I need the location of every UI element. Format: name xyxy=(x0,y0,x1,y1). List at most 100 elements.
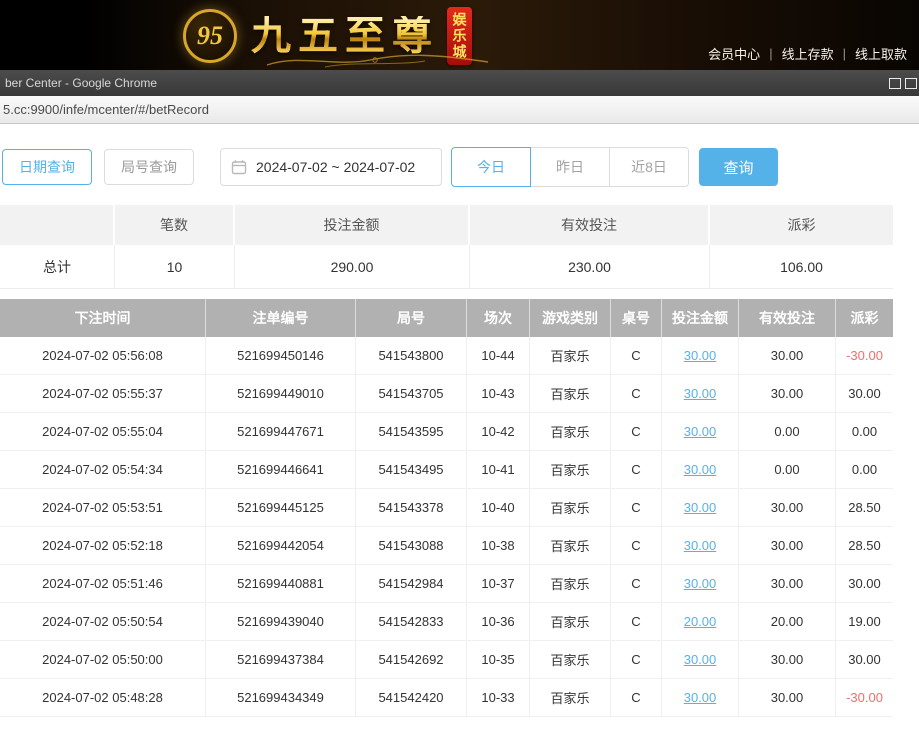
summary-total-label: 总计 xyxy=(0,245,115,288)
table-row: 2024-07-02 05:55:04521699447671541543595… xyxy=(0,413,893,451)
cell-session: 10-42 xyxy=(467,413,530,450)
summary-total-valid-bet: 230.00 xyxy=(470,245,710,288)
gold-flourish-decoration xyxy=(265,52,490,69)
col-header-session: 场次 xyxy=(467,299,530,337)
cell-valid-bet: 30.00 xyxy=(739,375,836,412)
cell-bet-time: 2024-07-02 05:50:00 xyxy=(0,641,206,678)
nav-separator: | xyxy=(769,46,772,61)
summary-col-header-valid-bet: 有效投注 xyxy=(470,205,710,245)
cell-session: 10-38 xyxy=(467,527,530,564)
cell-bet-amount[interactable]: 30.00 xyxy=(662,337,739,374)
cell-order-no: 521699440881 xyxy=(206,565,356,602)
bet-amount-link[interactable]: 30.00 xyxy=(684,538,717,553)
table-row: 2024-07-02 05:51:46521699440881541542984… xyxy=(0,565,893,603)
bet-amount-link[interactable]: 30.00 xyxy=(684,424,717,439)
quick-range-today-button[interactable]: 今日 xyxy=(451,147,531,187)
summary-col-header-payout: 派彩 xyxy=(710,205,893,245)
cell-order-no: 521699447671 xyxy=(206,413,356,450)
address-url[interactable]: 5.cc:9900/infe/mcenter/#/betRecord xyxy=(3,102,209,117)
cell-table-no: C xyxy=(611,375,662,412)
quick-range-yesterday-button[interactable]: 昨日 xyxy=(530,147,610,187)
date-range-input[interactable]: 2024-07-02 ~ 2024-07-02 xyxy=(220,148,442,186)
search-button[interactable]: 查询 xyxy=(699,148,778,186)
cell-payout: 30.00 xyxy=(836,641,893,678)
bet-record-page: 日期查询 局号查询 2024-07-02 ~ 2024-07-02 今日 昨日 … xyxy=(0,125,919,717)
cell-session: 10-36 xyxy=(467,603,530,640)
bet-amount-link[interactable]: 30.00 xyxy=(684,348,717,363)
bet-amount-link[interactable]: 30.00 xyxy=(684,386,717,401)
cell-order-no: 521699434349 xyxy=(206,679,356,716)
cell-valid-bet: 30.00 xyxy=(739,565,836,602)
summary-total-bet-amount: 290.00 xyxy=(235,245,470,288)
browser-urlbar: 5.cc:9900/infe/mcenter/#/betRecord xyxy=(0,96,919,124)
round-query-tab[interactable]: 局号查询 xyxy=(104,149,194,185)
table-row: 2024-07-02 05:50:00521699437384541542692… xyxy=(0,641,893,679)
summary-col-header-label xyxy=(0,205,115,245)
table-row: 2024-07-02 05:56:08521699450146541543800… xyxy=(0,337,893,375)
cell-round-no: 541543378 xyxy=(356,489,467,526)
screen: 95 九五至尊 娱乐城 会员中心 | 线上存款 | 线上取款 ber Cente… xyxy=(0,0,919,740)
cell-bet-amount[interactable]: 30.00 xyxy=(662,413,739,450)
cell-bet-amount[interactable]: 30.00 xyxy=(662,679,739,716)
bet-amount-link[interactable]: 30.00 xyxy=(684,652,717,667)
cell-bet-amount[interactable]: 30.00 xyxy=(662,641,739,678)
cell-order-no: 521699446641 xyxy=(206,451,356,488)
nav-separator: | xyxy=(843,46,846,61)
cell-order-no: 521699439040 xyxy=(206,603,356,640)
cell-game-type: 百家乐 xyxy=(530,603,611,640)
cell-table-no: C xyxy=(611,413,662,450)
cell-round-no: 541543595 xyxy=(356,413,467,450)
cell-session: 10-33 xyxy=(467,679,530,716)
cell-valid-bet: 30.00 xyxy=(739,489,836,526)
bet-amount-link[interactable]: 30.00 xyxy=(684,462,717,477)
filter-toolbar: 日期查询 局号查询 2024-07-02 ~ 2024-07-02 今日 昨日 … xyxy=(2,147,919,187)
cell-game-type: 百家乐 xyxy=(530,565,611,602)
cell-game-type: 百家乐 xyxy=(530,375,611,412)
cell-payout: -30.00 xyxy=(836,337,893,374)
logo-95-emblem-icon: 95 xyxy=(183,9,237,63)
date-query-tab[interactable]: 日期查询 xyxy=(2,149,92,185)
window-controls xyxy=(889,78,917,89)
quick-range-group: 今日 昨日 近8日 xyxy=(451,147,689,187)
cell-bet-amount[interactable]: 20.00 xyxy=(662,603,739,640)
cell-valid-bet: 30.00 xyxy=(739,641,836,678)
maximize-button[interactable] xyxy=(905,78,917,89)
cell-bet-amount[interactable]: 30.00 xyxy=(662,451,739,488)
cell-session: 10-37 xyxy=(467,565,530,602)
cell-payout: 28.50 xyxy=(836,527,893,564)
quick-range-last8days-button[interactable]: 近8日 xyxy=(609,147,689,187)
nav-online-deposit-link[interactable]: 线上存款 xyxy=(782,44,834,63)
cell-bet-amount[interactable]: 30.00 xyxy=(662,527,739,564)
cell-bet-time: 2024-07-02 05:56:08 xyxy=(0,337,206,374)
cell-payout: -30.00 xyxy=(836,679,893,716)
cell-table-no: C xyxy=(611,337,662,374)
cell-bet-amount[interactable]: 30.00 xyxy=(662,489,739,526)
bet-amount-link[interactable]: 30.00 xyxy=(684,576,717,591)
table-row: 2024-07-02 05:52:18521699442054541543088… xyxy=(0,527,893,565)
cell-order-no: 521699437384 xyxy=(206,641,356,678)
cell-valid-bet: 30.00 xyxy=(739,679,836,716)
cell-payout: 30.00 xyxy=(836,565,893,602)
cell-bet-amount[interactable]: 30.00 xyxy=(662,375,739,412)
cell-table-no: C xyxy=(611,527,662,564)
bet-amount-link[interactable]: 30.00 xyxy=(684,690,717,705)
col-header-valid-bet: 有效投注 xyxy=(739,299,836,337)
table-row: 2024-07-02 05:48:28521699434349541542420… xyxy=(0,679,893,717)
cell-table-no: C xyxy=(611,641,662,678)
cell-bet-time: 2024-07-02 05:48:28 xyxy=(0,679,206,716)
nav-online-withdraw-link[interactable]: 线上取款 xyxy=(855,44,907,63)
cell-round-no: 541542692 xyxy=(356,641,467,678)
bet-amount-link[interactable]: 20.00 xyxy=(684,614,717,629)
cell-round-no: 541543495 xyxy=(356,451,467,488)
nav-member-center-link[interactable]: 会员中心 xyxy=(708,44,760,63)
cell-game-type: 百家乐 xyxy=(530,641,611,678)
cell-round-no: 541542833 xyxy=(356,603,467,640)
cell-order-no: 521699442054 xyxy=(206,527,356,564)
minimize-button[interactable] xyxy=(889,78,901,89)
cell-valid-bet: 20.00 xyxy=(739,603,836,640)
cell-bet-time: 2024-07-02 05:55:37 xyxy=(0,375,206,412)
cell-bet-time: 2024-07-02 05:54:34 xyxy=(0,451,206,488)
bet-amount-link[interactable]: 30.00 xyxy=(684,500,717,515)
summary-col-header-count: 笔数 xyxy=(115,205,235,245)
cell-bet-amount[interactable]: 30.00 xyxy=(662,565,739,602)
